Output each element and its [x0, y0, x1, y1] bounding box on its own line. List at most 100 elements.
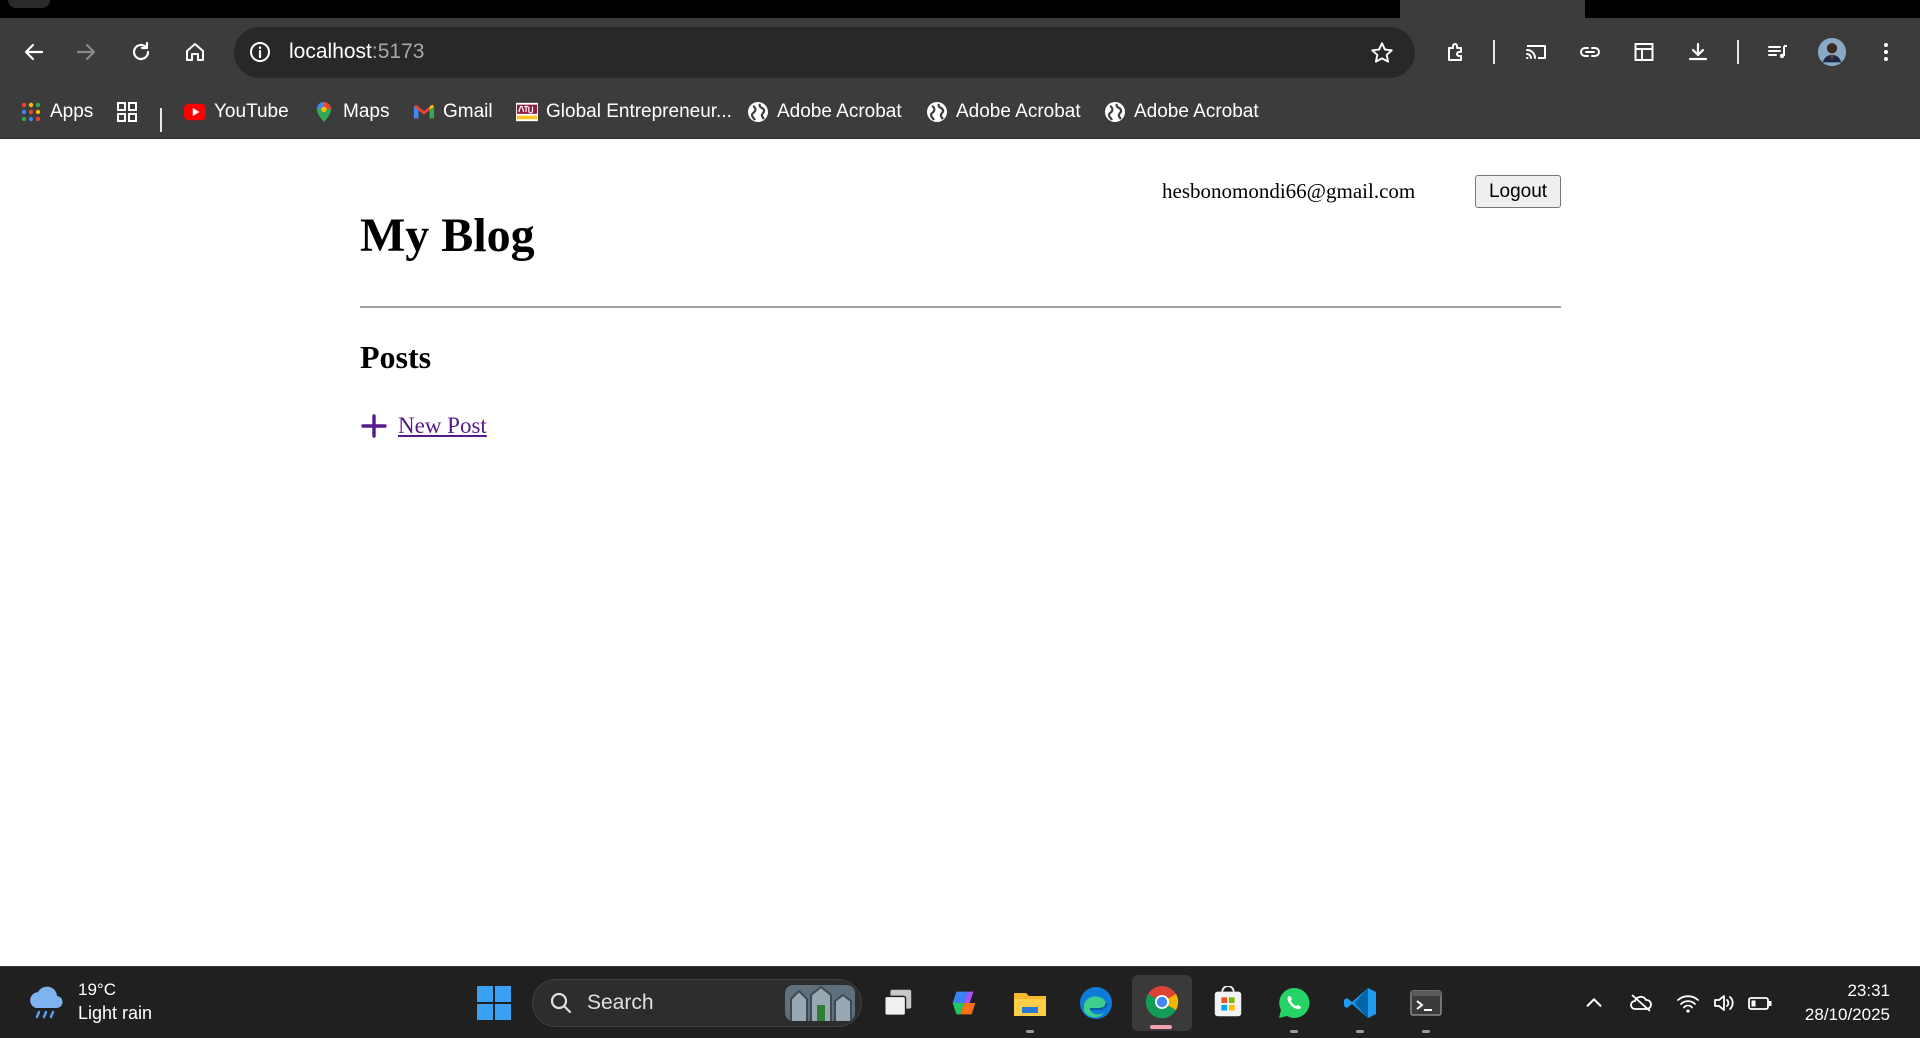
- bookmark-label: Gmail: [443, 101, 493, 122]
- globe-icon: [747, 101, 769, 123]
- home-button[interactable]: [177, 34, 213, 70]
- cloud-off-icon: [1630, 994, 1652, 1012]
- toolbar-divider: [1737, 40, 1739, 64]
- tab-strip: [0, 0, 1920, 18]
- whatsapp-icon: [1279, 987, 1310, 1018]
- bookmark-label: Apps: [50, 101, 94, 122]
- bookmark-label: Adobe Acrobat: [777, 101, 902, 122]
- reload-button[interactable]: [123, 34, 159, 70]
- edge-button[interactable]: [1076, 983, 1116, 1023]
- onedrive-status[interactable]: [1627, 989, 1655, 1017]
- youtube-icon: [184, 101, 206, 123]
- wifi-status[interactable]: [1674, 989, 1702, 1017]
- volume-status[interactable]: [1710, 989, 1738, 1017]
- active-tab[interactable]: [1400, 0, 1585, 18]
- toolbar-divider: [1493, 40, 1495, 64]
- search-icon: [550, 992, 572, 1014]
- show-hidden-icons-button[interactable]: [1580, 989, 1608, 1017]
- logout-button[interactable]: Logout: [1475, 175, 1561, 208]
- folder-icon: [1014, 993, 1046, 1016]
- url-port: :5173: [371, 40, 425, 63]
- bookmark-global-entrepreneur[interactable]: Global Entrepreneur...: [516, 97, 732, 127]
- vscode-button[interactable]: [1340, 983, 1380, 1033]
- task-view-button[interactable]: [878, 983, 918, 1023]
- running-indicator: [1356, 1030, 1364, 1033]
- whatsapp-button[interactable]: [1274, 983, 1314, 1033]
- copilot-button[interactable]: [944, 983, 984, 1023]
- running-indicator: [1290, 1030, 1298, 1033]
- browser-toolbar: localhost:5173: [0, 18, 1920, 87]
- bookmark-gmail[interactable]: Gmail: [413, 97, 493, 127]
- bookmark-star-icon[interactable]: [1369, 40, 1395, 66]
- cast-button[interactable]: [1518, 34, 1554, 70]
- plus-icon: [361, 414, 387, 438]
- globe-icon: [926, 101, 948, 123]
- bookmark-youtube[interactable]: YouTube: [184, 97, 289, 127]
- weather-condition: Light rain: [78, 1003, 153, 1023]
- windows-logo-icon: [477, 986, 511, 1020]
- file-explorer-button[interactable]: [1010, 983, 1050, 1033]
- terminal-icon: [1410, 990, 1442, 1016]
- header-divider: [360, 306, 1561, 308]
- more-vertical-icon: [1884, 43, 1888, 61]
- clock-time: 23:31: [1847, 981, 1890, 1000]
- grid-icon: [116, 101, 138, 123]
- bookmark-adobe-acrobat-3[interactable]: Adobe Acrobat: [1104, 97, 1259, 127]
- terminal-button[interactable]: [1406, 983, 1446, 1033]
- page-viewport: hesbonomondi66@gmail.com Logout My Blog …: [0, 140, 1920, 966]
- address-url[interactable]: localhost:5173: [289, 40, 424, 64]
- user-email: hesbonomondi66@gmail.com: [1162, 179, 1416, 203]
- asu-icon: [516, 101, 538, 123]
- layout-icon: [1634, 43, 1654, 61]
- vscode-icon: [1344, 988, 1376, 1018]
- forward-button[interactable]: [68, 34, 104, 70]
- avatar: [1817, 37, 1847, 67]
- tab-groups-button[interactable]: [116, 97, 138, 127]
- bookmark-label: YouTube: [214, 101, 289, 122]
- page-title: My Blog: [360, 209, 535, 262]
- wifi-icon: [1677, 995, 1699, 1013]
- profile-button[interactable]: [1814, 34, 1850, 70]
- tab-layout-button[interactable]: [1626, 34, 1662, 70]
- extensions-button[interactable]: [1438, 34, 1474, 70]
- bookmarks-bar: Apps YouTube Maps Gmail Global Entrepren…: [0, 87, 1920, 139]
- bookmark-label: Global Entrepreneur...: [546, 101, 732, 122]
- bookmark-apps[interactable]: Apps: [20, 97, 93, 127]
- bookmark-label: Adobe Acrobat: [1134, 101, 1259, 122]
- chrome-taskbar-button[interactable]: [1132, 975, 1192, 1031]
- microsoft-store-button[interactable]: [1208, 983, 1248, 1023]
- chevron-up-icon: [1586, 998, 1602, 1007]
- bookmark-maps[interactable]: Maps: [313, 97, 389, 127]
- bookmark-adobe-acrobat-1[interactable]: Adobe Acrobat: [747, 97, 902, 127]
- running-indicator: [1422, 1030, 1430, 1033]
- weather-temperature: 19°C: [78, 980, 116, 999]
- store-icon: [1214, 986, 1242, 1017]
- apps-grid-icon: [20, 101, 42, 123]
- weather-widget[interactable]: 19°C Light rain: [26, 979, 152, 1025]
- edge-icon: [1080, 987, 1112, 1019]
- bookmark-adobe-acrobat-2[interactable]: Adobe Acrobat: [926, 97, 1081, 127]
- search-placeholder: Search: [587, 991, 654, 1014]
- puzzle-icon: [1448, 43, 1462, 61]
- tab-search-button[interactable]: [8, 0, 50, 8]
- media-control-button[interactable]: [1760, 34, 1796, 70]
- downloads-button[interactable]: [1680, 34, 1716, 70]
- new-post-link[interactable]: New Post: [360, 413, 487, 439]
- address-bar[interactable]: localhost:5173: [234, 27, 1415, 78]
- bookmarks-divider: [160, 108, 162, 132]
- new-post-label: New Post: [398, 413, 487, 438]
- taskbar-search[interactable]: Search: [532, 979, 862, 1027]
- battery-status[interactable]: [1746, 989, 1774, 1017]
- system-clock[interactable]: 23:31 28/10/2025: [1805, 979, 1890, 1027]
- browser-menu-button[interactable]: [1868, 34, 1904, 70]
- site-info-icon[interactable]: [248, 40, 272, 64]
- clock-date: 28/10/2025: [1804, 1005, 1890, 1024]
- url-host: localhost: [289, 40, 372, 63]
- globe-icon: [1104, 101, 1126, 123]
- running-indicator: [1026, 1030, 1034, 1033]
- back-button[interactable]: [16, 34, 52, 70]
- arrow-left-icon: [24, 43, 44, 61]
- copy-link-button[interactable]: [1572, 34, 1608, 70]
- link-icon: [1580, 47, 1600, 57]
- start-button[interactable]: [474, 983, 514, 1023]
